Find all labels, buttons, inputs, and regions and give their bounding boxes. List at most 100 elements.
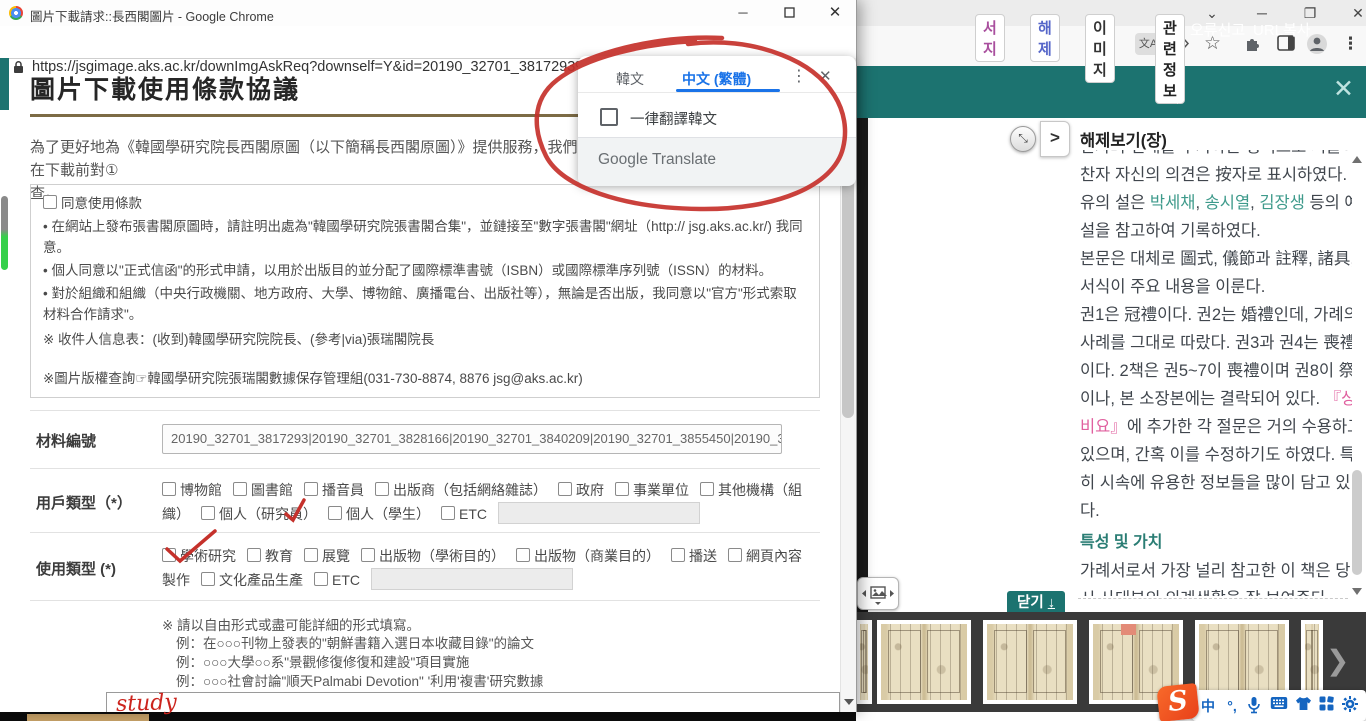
popup-maximize-icon[interactable] — [774, 2, 804, 24]
ime-toolbox-grid-icon[interactable] — [1319, 696, 1339, 716]
usage-textarea[interactable] — [106, 692, 840, 712]
checkbox[interactable] — [233, 482, 247, 496]
checkbox-option[interactable]: ETC — [441, 506, 489, 522]
popup-close-icon[interactable]: ✕ — [820, 2, 850, 24]
panel-text-line: 권1은 冠禮이다. 권2는 婚禮인데, 가례의 — [1080, 301, 1352, 329]
checkbox[interactable] — [201, 572, 215, 586]
ime-settings-gear-icon[interactable] — [1342, 696, 1362, 716]
entity-link[interactable]: 박세채 — [1150, 194, 1196, 212]
always-translate-checkbox[interactable] — [600, 108, 618, 126]
checkbox-option[interactable]: 文化產品生產 — [201, 572, 305, 588]
checkbox[interactable] — [201, 506, 215, 520]
ime-microphone-icon[interactable] — [1246, 696, 1266, 716]
checkbox-option[interactable]: 播送 — [671, 548, 719, 564]
panel-scroll-up-icon[interactable] — [1352, 156, 1362, 163]
menu-dots-icon[interactable]: ⋮ — [1342, 34, 1359, 54]
ime-skin-shirt-icon[interactable] — [1295, 696, 1315, 716]
book-page-thumbnail[interactable] — [856, 620, 872, 704]
material-id-input[interactable]: 20190_32701_3817293|20190_32701_3828166|… — [162, 424, 782, 454]
sogou-logo-icon[interactable]: S — [1156, 683, 1199, 721]
checkbox-option[interactable]: 出版物（學術目的） — [361, 548, 507, 564]
checkbox[interactable] — [328, 506, 342, 520]
book-page-thumbnail[interactable] — [877, 620, 971, 704]
checkbox[interactable] — [162, 548, 176, 562]
panel-text-line: 찬자의 견해를 부기하는 형식으로 서술하였다. — [1080, 150, 1352, 161]
ime-keyboard-icon[interactable] — [1270, 696, 1290, 716]
checkbox[interactable] — [314, 572, 328, 586]
panel-open-chevron[interactable]: > — [1040, 121, 1070, 157]
checkbox[interactable] — [304, 548, 318, 562]
checkbox[interactable] — [441, 506, 455, 520]
checkbox-option[interactable]: 政府 — [558, 482, 606, 498]
url-copy-link[interactable]: URL복사 — [1253, 19, 1311, 40]
checkbox-option[interactable]: 事業單位 — [615, 482, 691, 498]
checkbox-label: 出版物（學術目的） — [379, 548, 505, 564]
entity-link[interactable]: 송시열 — [1205, 194, 1251, 212]
entity-link[interactable]: 『상례 — [1325, 390, 1352, 408]
checkbox-option[interactable]: ETC — [314, 572, 362, 588]
terms-bullet: • 個人同意以"正式信函"的形式申請，以用於出版目的並分配了國際標準書號（ISB… — [43, 260, 807, 281]
page-title: 圖片下載使用條款協議 — [30, 70, 300, 106]
etc-input[interactable] — [371, 568, 573, 590]
checkbox-option[interactable]: 博物館 — [162, 482, 224, 498]
checkbox-label: 政府 — [576, 482, 604, 498]
tab-chinese-traditional[interactable]: 中文 (繁體) — [682, 69, 751, 89]
etc-input[interactable] — [498, 502, 700, 524]
row-divider — [30, 468, 820, 469]
checkbox[interactable] — [361, 548, 375, 562]
thumbnail-image — [987, 624, 1073, 700]
checkbox-option[interactable]: 圖書館 — [233, 482, 295, 498]
translate-options-dots-icon[interactable]: ⋮ — [791, 66, 807, 86]
ime-chinese-mode-icon[interactable]: 中 — [1198, 696, 1218, 716]
checkbox-option[interactable]: 個人（研究員） — [201, 506, 319, 522]
tab-korean[interactable]: 韓文 — [616, 69, 644, 89]
popup-scroll-down-icon[interactable] — [844, 699, 854, 705]
checkbox[interactable] — [304, 482, 318, 496]
entity-link[interactable]: 비요』 — [1080, 418, 1127, 436]
header-button-이미지[interactable]: 이미지 — [1085, 14, 1115, 83]
thumbnail-image — [881, 624, 967, 700]
checkbox[interactable] — [162, 482, 176, 496]
filmstrip-next-icon[interactable]: ❯ — [1326, 644, 1349, 677]
agree-label: 同意使用條款 — [61, 196, 142, 211]
panel-text-line: 시 사대부의 의례생활을 잘 보여준다. — [1080, 585, 1352, 596]
checkbox-option[interactable]: 出版物（商業目的） — [516, 548, 662, 564]
header-button-서지[interactable]: 서지 — [975, 14, 1005, 62]
checkbox[interactable] — [728, 548, 742, 562]
panel-scrollbar[interactable] — [1352, 470, 1362, 575]
close-icon[interactable]: ✕ — [1344, 3, 1366, 23]
checkbox-option[interactable]: 教育 — [247, 548, 295, 564]
checkbox-option[interactable]: 出版商（包括網絡雜誌） — [375, 482, 549, 498]
viewer-close-icon[interactable]: ✕ — [1333, 74, 1354, 104]
panel-text-line: 비요』에 추가한 각 절문은 거의 수용하고 — [1080, 413, 1352, 441]
checkbox[interactable] — [671, 548, 685, 562]
checkbox-option[interactable]: 展覽 — [304, 548, 352, 564]
agree-checkbox[interactable] — [43, 195, 57, 209]
checkbox-label: 出版商（包括網絡雜誌） — [393, 482, 547, 498]
checkbox[interactable] — [558, 482, 572, 496]
checkbox[interactable] — [700, 482, 714, 496]
ime-punctuation-icon[interactable]: °, — [1222, 696, 1242, 716]
checkbox[interactable] — [375, 482, 389, 496]
translate-close-icon[interactable]: ✕ — [819, 67, 832, 85]
popup-scrollbar-thumb[interactable] — [842, 150, 854, 418]
popup-minimize-icon[interactable]: ─ — [728, 2, 758, 24]
checkbox[interactable] — [615, 482, 629, 496]
checkbox[interactable] — [247, 548, 261, 562]
header-button-해제[interactable]: 해제 — [1030, 14, 1060, 62]
row-divider — [30, 600, 820, 601]
checkbox-option[interactable]: 播音員 — [304, 482, 366, 498]
panel-scroll-down-icon[interactable] — [1352, 588, 1362, 595]
panel-text-line: 설을 참고하여 기록하였다. — [1080, 217, 1352, 245]
header-button-관련정보[interactable]: 관련정보 — [1155, 14, 1185, 104]
expand-icon[interactable]: ⤡ — [1010, 126, 1036, 152]
entity-link[interactable]: 김장생 — [1259, 194, 1305, 212]
checkbox-option[interactable]: 學術研究 — [162, 548, 238, 564]
checkbox[interactable] — [516, 548, 530, 562]
checkbox-label: 文化產品生產 — [219, 572, 303, 588]
image-nav-widget[interactable] — [857, 577, 899, 610]
book-page-thumbnail[interactable] — [983, 620, 1077, 704]
popup-titlebar: 圖片下載請求::長西閣圖片 - Google Chrome ─ ✕ — [0, 0, 856, 26]
checkbox-option[interactable]: 個人（學生） — [328, 506, 432, 522]
error-report-link[interactable]: 오류신고 — [1190, 19, 1245, 40]
